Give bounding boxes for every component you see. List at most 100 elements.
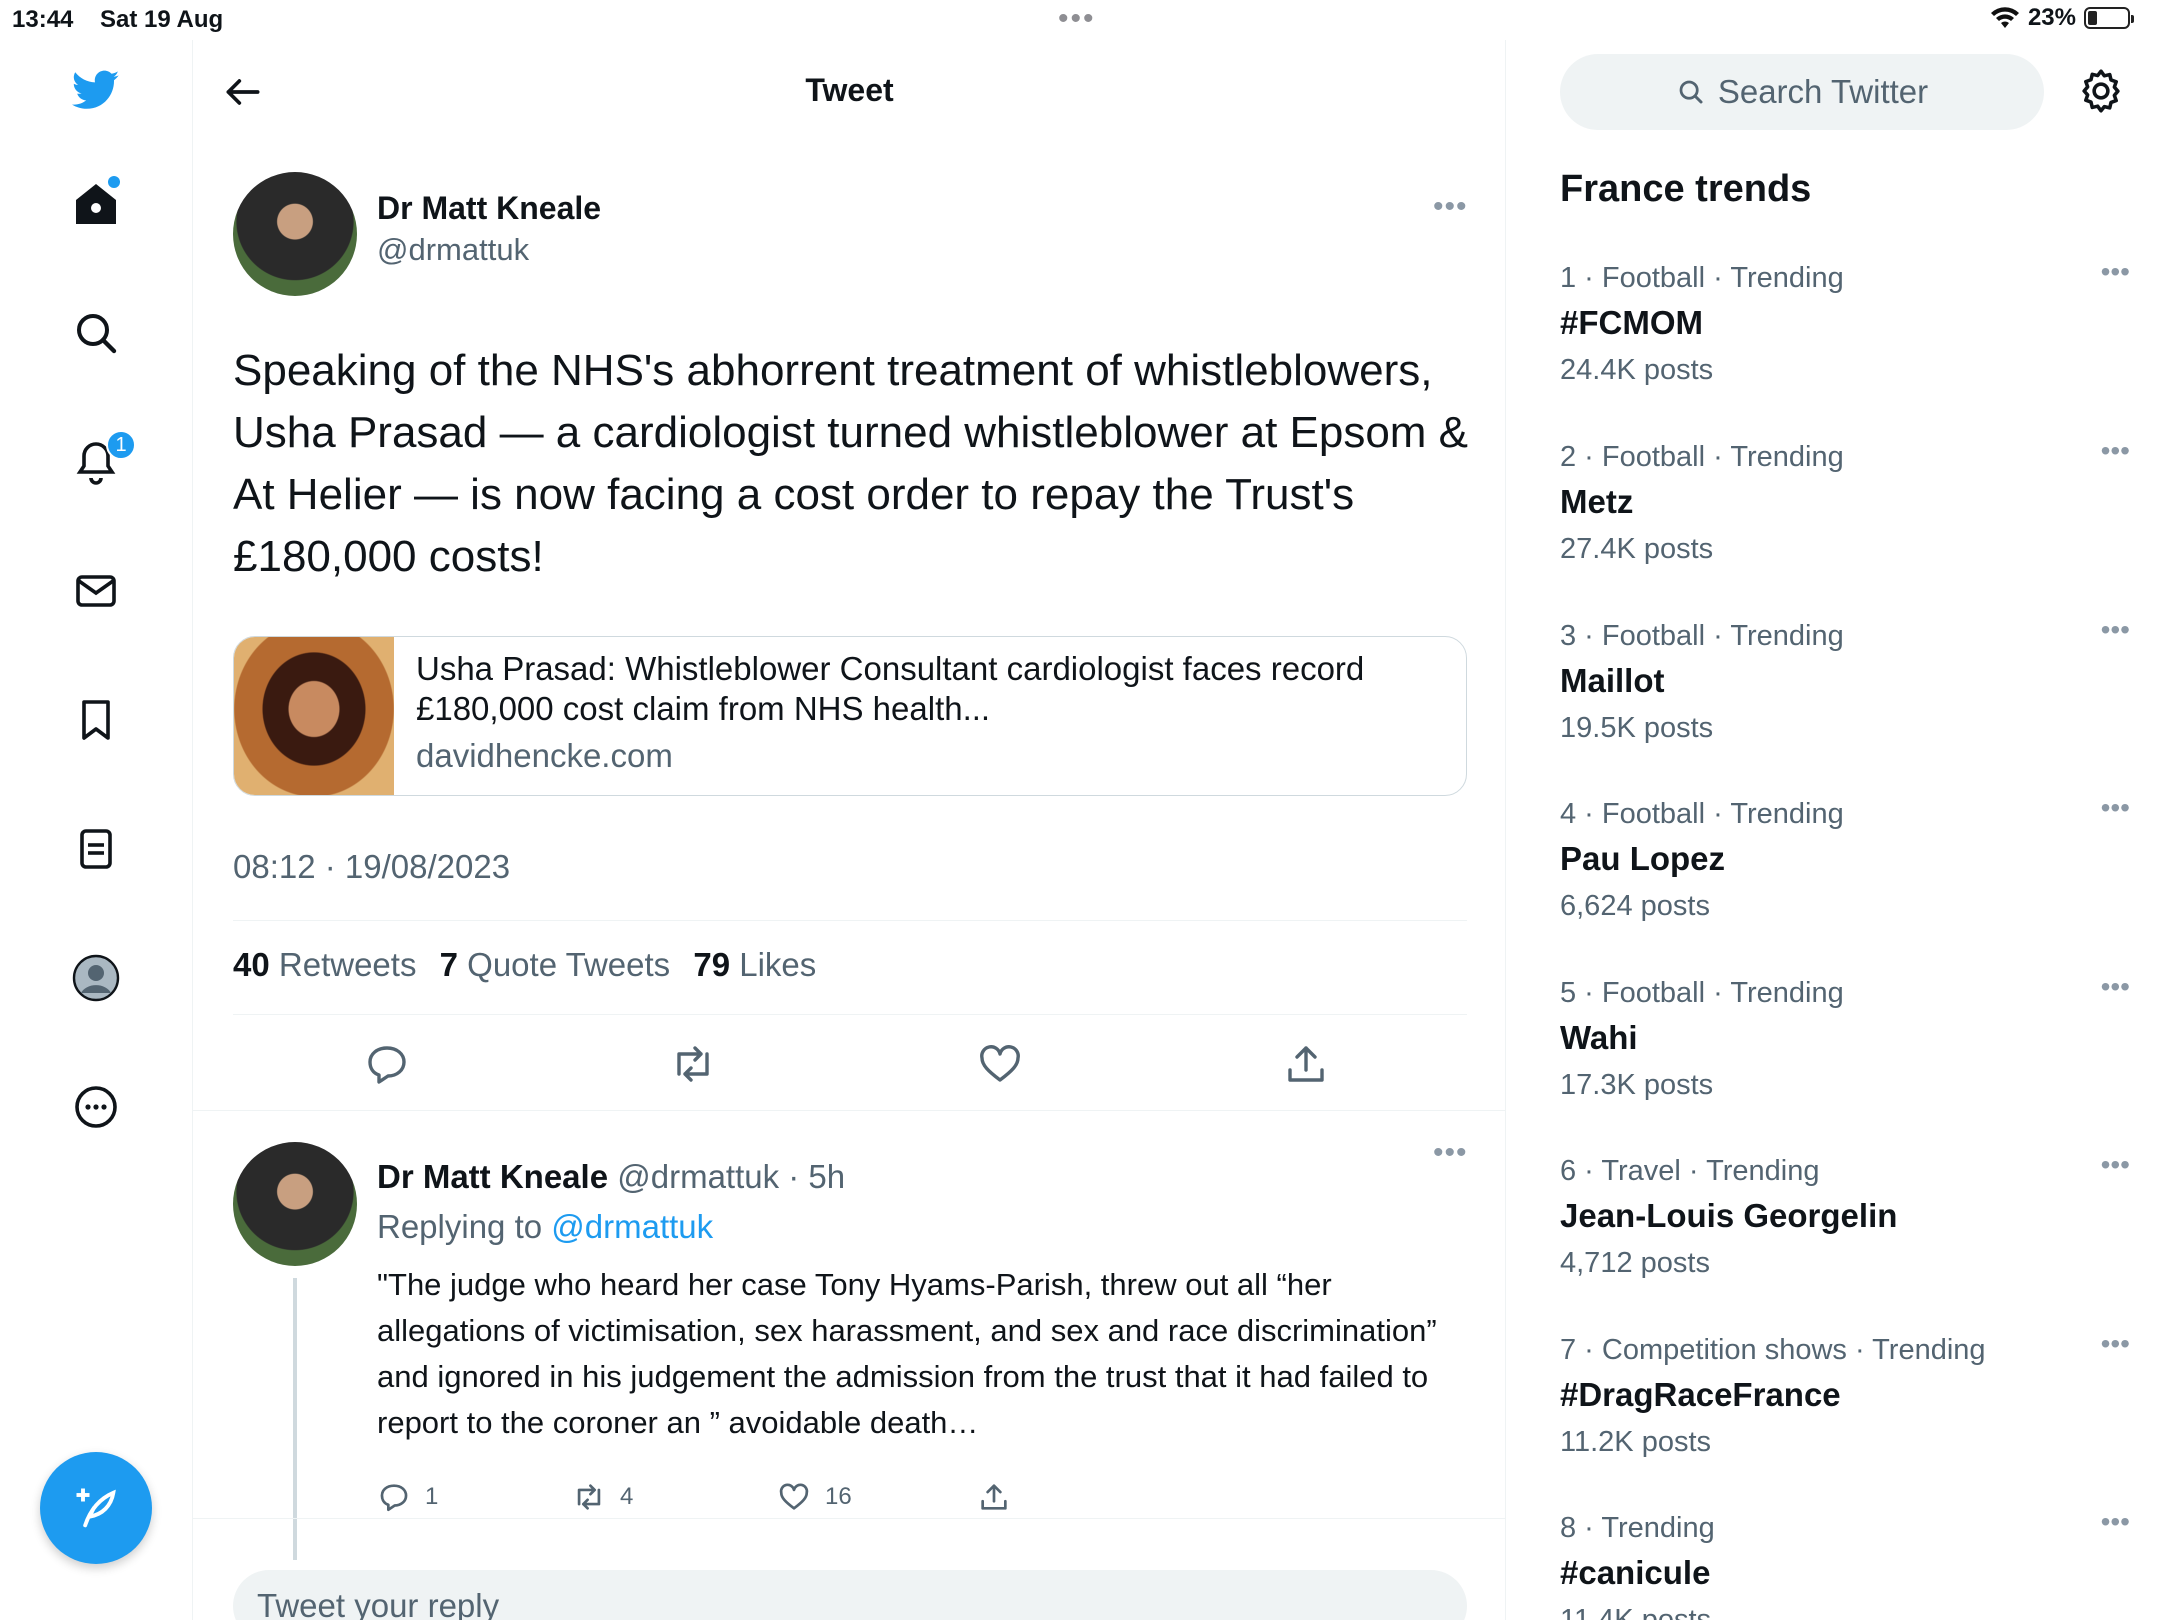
reply-author-avatar[interactable] xyxy=(233,1142,357,1266)
reply-composer[interactable] xyxy=(233,1570,1467,1620)
twitter-logo-icon[interactable] xyxy=(46,40,146,140)
reply-retweet-button[interactable]: 4 xyxy=(572,1480,633,1514)
nav-home[interactable] xyxy=(46,154,146,254)
nav-bookmarks[interactable] xyxy=(46,670,146,770)
reply-reply-count: 1 xyxy=(425,1483,439,1510)
trend-context: 2 · Football · Trending xyxy=(1560,441,1844,473)
nav-profile[interactable] xyxy=(46,928,146,1028)
author-handle[interactable]: @drmattuk xyxy=(377,232,529,268)
reply-like-button[interactable]: 16 xyxy=(777,1480,852,1514)
trend-more-icon[interactable]: ••• xyxy=(2101,1149,2130,1181)
profile-avatar-icon xyxy=(72,954,120,1002)
reply-more-icon[interactable]: ••• xyxy=(1433,1136,1468,1170)
trend-topic: #canicule xyxy=(1560,1554,1711,1591)
left-nav: 1 xyxy=(0,40,193,1620)
trend-item[interactable]: 1 · Football · Trending #FCMOM 24.4K pos… xyxy=(1560,256,2130,432)
status-right: 23% xyxy=(1990,4,2134,32)
quote-tweets-stat[interactable]: 7 Quote Tweets xyxy=(440,946,671,983)
trend-count: 27.4K posts xyxy=(1560,533,1714,565)
page-title: Tweet xyxy=(805,72,894,108)
section-divider xyxy=(193,1518,1506,1519)
nav-notifications[interactable]: 1 xyxy=(46,412,146,512)
search-placeholder: Search Twitter xyxy=(1717,73,1929,110)
nav-more[interactable] xyxy=(46,1057,146,1157)
trend-context: 6 · Travel · Trending xyxy=(1560,1155,1820,1187)
envelope-icon xyxy=(76,575,116,607)
retweets-stat[interactable]: 40 Retweets xyxy=(233,946,416,983)
reply-button[interactable] xyxy=(363,1040,411,1088)
trend-item[interactable]: 6 · Travel · Trending Jean-Louis Georgel… xyxy=(1560,1149,2130,1325)
trend-topic: Maillot xyxy=(1560,662,1665,699)
search-icon xyxy=(1679,80,1703,104)
reply-icon xyxy=(368,1046,406,1084)
gear-icon[interactable] xyxy=(2076,66,2126,116)
reply-input[interactable] xyxy=(233,1570,1467,1620)
reply-author-name[interactable]: Dr Matt Kneale xyxy=(377,1158,608,1195)
author-name[interactable]: Dr Matt Kneale xyxy=(377,190,601,227)
link-card-domain: davidhencke.com xyxy=(416,737,673,774)
trend-count: 19.5K posts xyxy=(1560,712,1714,744)
search-bar[interactable]: Search Twitter xyxy=(1560,54,2044,130)
trend-more-icon[interactable]: ••• xyxy=(2101,792,2130,824)
trend-item[interactable]: 5 · Football · Trending Wahi 17.3K posts… xyxy=(1560,971,2130,1147)
reply-meta: @drmattuk · 5h xyxy=(617,1158,846,1195)
link-card[interactable]: Usha Prasad: Whistleblower Consultant ca… xyxy=(233,636,1467,796)
replying-to-mention[interactable]: @drmattuk xyxy=(551,1208,713,1245)
header: Tweet xyxy=(193,40,1506,140)
likes-stat[interactable]: 79 Likes xyxy=(693,946,816,983)
like-button[interactable] xyxy=(976,1040,1024,1088)
share-button[interactable] xyxy=(1282,1040,1330,1088)
trend-item[interactable]: 3 · Football · Trending Maillot 19.5K po… xyxy=(1560,614,2130,790)
wifi-icon xyxy=(1990,7,2019,29)
bookmark-icon xyxy=(82,700,110,740)
trend-more-icon[interactable]: ••• xyxy=(2101,256,2130,288)
trend-count: 11.4K posts xyxy=(1560,1604,1712,1620)
heart-icon xyxy=(779,1483,809,1510)
link-card-title: Usha Prasad: Whistleblower Consultant ca… xyxy=(416,650,1365,727)
heart-icon xyxy=(980,1045,1020,1082)
trend-context: 3 · Football · Trending xyxy=(1560,620,1844,652)
trend-more-icon[interactable]: ••• xyxy=(2101,1328,2130,1360)
trend-more-icon[interactable]: ••• xyxy=(2101,435,2130,467)
reply-header: Dr Matt Kneale @drmattuk · 5h xyxy=(377,1158,845,1196)
right-sidebar: Search Twitter France trends 1 · Footbal… xyxy=(1506,40,2160,1620)
trend-item[interactable]: 7 · Competition shows · Trending #DragRa… xyxy=(1560,1328,2130,1504)
tweet-stats: 40 Retweets 7 Quote Tweets 79 Likes xyxy=(233,946,816,984)
search-icon xyxy=(77,314,117,354)
nav-lists[interactable] xyxy=(46,799,146,899)
compose-tweet-button[interactable] xyxy=(40,1452,152,1564)
replying-to: Replying to @drmattuk xyxy=(377,1208,714,1245)
home-dot-badge xyxy=(108,176,120,188)
retweet-button[interactable] xyxy=(669,1040,717,1088)
nav-messages[interactable] xyxy=(46,541,146,641)
share-icon xyxy=(1288,1046,1324,1082)
nav-explore[interactable] xyxy=(46,283,146,383)
reply-share-button[interactable] xyxy=(977,1480,1011,1514)
author-avatar[interactable] xyxy=(233,172,357,296)
multitasking-dots-icon[interactable]: ••• xyxy=(1058,2,1096,36)
trend-count: 4,712 posts xyxy=(1560,1247,1710,1279)
trend-context: 1 · Football · Trending xyxy=(1560,262,1844,294)
trend-more-icon[interactable]: ••• xyxy=(2101,971,2130,1003)
trends-title: France trends xyxy=(1560,168,1812,210)
trend-more-icon[interactable]: ••• xyxy=(2101,614,2130,646)
trend-topic: Wahi xyxy=(1560,1019,1638,1056)
trend-more-icon[interactable]: ••• xyxy=(2101,1512,2130,1538)
reply-reply-button[interactable]: 1 xyxy=(377,1480,438,1514)
notifications-badge: 1 xyxy=(106,430,136,460)
trend-count: 17.3K posts xyxy=(1560,1069,1714,1101)
tweet-more-icon[interactable]: ••• xyxy=(1433,190,1468,224)
trend-item[interactable]: 2 · Football · Trending Metz 27.4K posts… xyxy=(1560,435,2130,611)
trend-context: 5 · Football · Trending xyxy=(1560,977,1844,1009)
divider xyxy=(233,920,1467,921)
reply-icon xyxy=(380,1484,408,1512)
trend-topic: Metz xyxy=(1560,483,1634,520)
status-time: 13:44 xyxy=(12,6,74,33)
trend-topic: Jean-Louis Georgelin xyxy=(1560,1197,1898,1234)
trend-context: 4 · Football · Trending xyxy=(1560,798,1844,830)
trend-item[interactable]: 4 · Football · Trending Pau Lopez 6,624 … xyxy=(1560,792,2130,968)
retweet-icon xyxy=(577,1484,601,1510)
trend-item[interactable]: 8 · Trending #canicule 11.4K posts ••• xyxy=(1560,1512,2130,1620)
divider xyxy=(233,1014,1467,1015)
tweet-timestamp[interactable]: 08:12 · 19/08/2023 xyxy=(233,848,510,886)
